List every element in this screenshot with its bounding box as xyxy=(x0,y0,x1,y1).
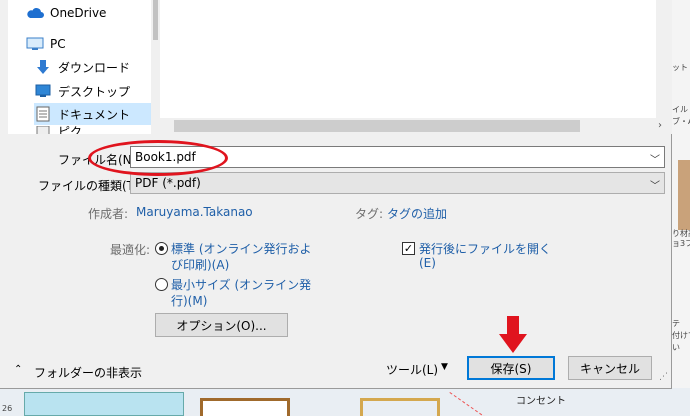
background-row-number: 26 xyxy=(2,404,13,413)
open-after-publish-label[interactable]: 発行後にファイルを開く xyxy=(419,240,551,257)
navigation-pane[interactable]: OneDrive PC ダウンロード デスクトップ ドキュメント ピク xyxy=(8,0,158,134)
options-button[interactable]: オプション(O)... xyxy=(155,313,288,337)
download-arrow-icon xyxy=(34,59,52,75)
background-text: ット xyxy=(672,63,688,72)
chevron-up-icon[interactable]: ⌃ xyxy=(14,364,22,375)
horizontal-scrollbar-thumb[interactable] xyxy=(174,120,580,132)
hide-folders-button[interactable]: フォルダーの非表示 xyxy=(34,364,142,381)
annotation-ellipse xyxy=(88,140,228,176)
desktop-icon xyxy=(34,83,52,99)
file-list-horizontal-scrollbar[interactable]: › xyxy=(160,118,672,134)
background-shape xyxy=(360,398,440,416)
tags-label: タグ: xyxy=(355,207,384,221)
author-label: 作成者: xyxy=(88,207,129,221)
filetype-value: PDF (*.pdf) xyxy=(135,176,201,190)
open-after-publish-checkbox[interactable]: ✓ xyxy=(402,242,415,255)
optimize-standard-label-line2[interactable]: び印刷)(A) xyxy=(171,256,229,273)
background-text: ョ3フ xyxy=(672,239,690,248)
annotation-arrow-icon xyxy=(499,316,527,353)
chevron-down-icon[interactable]: ﹀ xyxy=(650,177,660,192)
pictures-icon xyxy=(34,126,52,134)
cancel-button[interactable]: キャンセル xyxy=(568,356,652,380)
nav-item-label: ダウンロード xyxy=(58,60,131,75)
open-after-publish-label-line2[interactable]: (E) xyxy=(419,256,436,270)
save-button[interactable]: 保存(S) xyxy=(467,356,555,380)
nav-scrollbar[interactable] xyxy=(151,0,158,134)
nav-item-label: ピク xyxy=(58,126,83,134)
resize-grip-icon[interactable]: ⋰ xyxy=(659,372,668,382)
nav-item-label: OneDrive xyxy=(50,6,107,20)
file-list-pane[interactable] xyxy=(160,0,672,134)
optimize-minimum-radio[interactable] xyxy=(155,278,168,291)
chevron-right-icon[interactable]: › xyxy=(658,120,662,131)
background-text: い xyxy=(672,343,680,352)
nav-item-documents[interactable]: ドキュメント xyxy=(34,103,152,125)
optimize-minimum-label-line2[interactable]: 行)(M) xyxy=(171,292,207,309)
nav-item-label: デスクトップ xyxy=(58,84,131,99)
nav-item-label: PC xyxy=(50,37,66,51)
nav-item-pc[interactable]: PC xyxy=(26,33,158,55)
file-list-vertical-scrollbar[interactable] xyxy=(656,0,672,118)
document-icon xyxy=(34,106,52,122)
filetype-select[interactable]: PDF (*.pdf) ﹀ xyxy=(130,172,665,194)
chevron-down-icon[interactable]: ﹀ xyxy=(650,151,660,166)
filetype-label: ファイルの種類(T): xyxy=(38,179,143,193)
background-text: テ xyxy=(672,319,680,328)
background-shape xyxy=(200,398,290,416)
background-label: コンセント xyxy=(516,396,566,407)
background-text: 付けて xyxy=(672,331,690,340)
chevron-down-icon[interactable]: ▼ xyxy=(441,362,448,372)
nav-item-label: ドキュメント xyxy=(58,107,131,122)
author-value[interactable]: Maruyama.Takanao xyxy=(136,205,253,219)
nav-item-desktop[interactable]: デスクトップ xyxy=(34,80,158,102)
nav-item-downloads[interactable]: ダウンロード xyxy=(34,56,158,78)
background-product-image xyxy=(678,160,690,230)
background-shape xyxy=(24,392,184,416)
background-text: ブ・A xyxy=(672,117,690,126)
optimize-minimum-label[interactable]: 最小サイズ (オンライン発 xyxy=(171,276,311,293)
optimize-standard-radio[interactable] xyxy=(155,242,168,255)
tools-menu[interactable]: ツール(L) xyxy=(386,361,438,378)
cloud-icon xyxy=(26,5,44,21)
optimize-label: 最適化: xyxy=(110,243,151,257)
nav-item-onedrive[interactable]: OneDrive xyxy=(26,2,158,24)
tags-link[interactable]: タグの追加 xyxy=(387,205,447,222)
background-text: イル xyxy=(672,105,688,114)
computer-icon xyxy=(26,36,44,52)
nav-item-partial[interactable]: ピク xyxy=(34,126,158,134)
optimize-standard-label[interactable]: 標準 (オンライン発行およ xyxy=(171,240,312,257)
nav-scrollbar-thumb[interactable] xyxy=(153,0,158,40)
save-as-dialog: OneDrive PC ダウンロード デスクトップ ドキュメント ピク › ファ… xyxy=(0,0,672,389)
